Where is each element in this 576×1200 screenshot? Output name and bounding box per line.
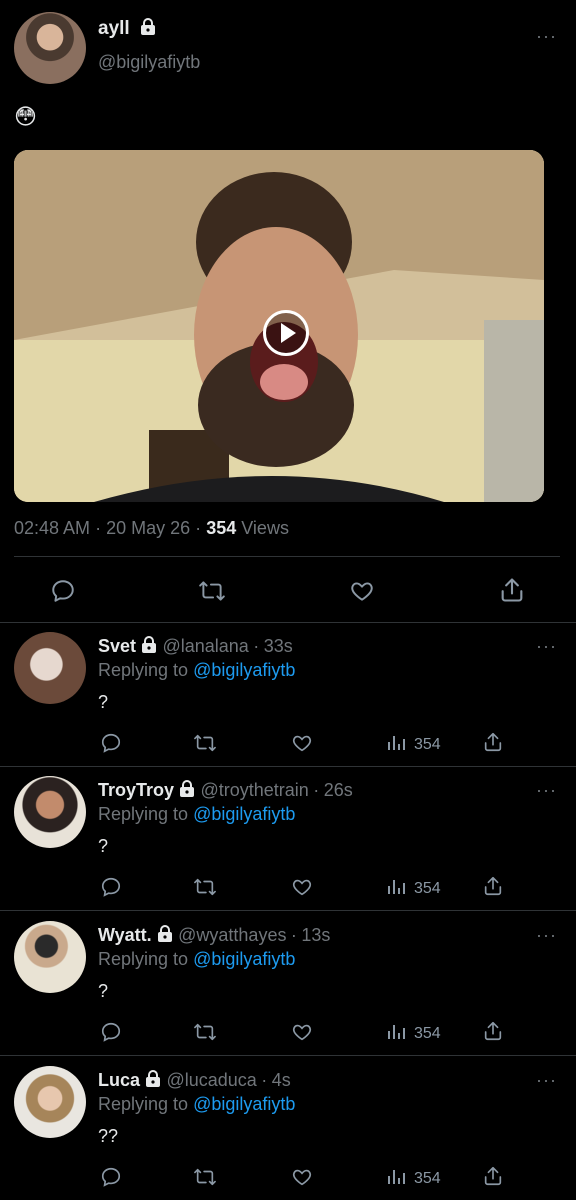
author-display-name: ayll xyxy=(98,18,130,39)
reply-icon[interactable] xyxy=(100,1166,122,1188)
reply-icon[interactable] xyxy=(50,578,76,604)
replying-to-link[interactable]: @bigilyafiytb xyxy=(193,1094,295,1114)
reply-text: ? xyxy=(98,981,109,1001)
retweet-icon[interactable] xyxy=(193,732,217,754)
views-count: 354 xyxy=(414,1169,441,1187)
views-count: 354 xyxy=(414,1024,441,1042)
play-icon[interactable] xyxy=(263,310,309,356)
reply-time: 26s xyxy=(323,780,353,800)
reply-avatar[interactable] xyxy=(14,632,86,704)
reply-display-name[interactable]: TroyTroy xyxy=(98,780,174,800)
reply-header: Luca @lucaduca · 4s xyxy=(98,1070,291,1093)
more-options-icon[interactable]: ··· xyxy=(536,925,557,946)
retweet-icon[interactable] xyxy=(193,1021,217,1043)
reply-handle[interactable]: @troythetrain xyxy=(200,780,308,800)
views-stat[interactable]: 354 xyxy=(386,1166,441,1191)
thread-divider xyxy=(0,622,576,623)
retweet-icon[interactable] xyxy=(193,1166,217,1188)
author-avatar[interactable] xyxy=(14,12,86,84)
reply-header: TroyTroy @troythetrain · 26s xyxy=(98,780,353,803)
analytics-icon xyxy=(386,1166,408,1191)
views-count: 354 xyxy=(414,879,441,897)
tweet-date: 20 May 26 xyxy=(106,518,191,538)
analytics-icon xyxy=(386,876,408,901)
replying-to-link[interactable]: @bigilyafiytb xyxy=(193,804,295,824)
lock-icon xyxy=(156,925,174,948)
views-count: 354 xyxy=(206,518,237,538)
reply-handle[interactable]: @wyatthayes xyxy=(178,925,286,945)
more-options-icon[interactable]: ··· xyxy=(536,636,557,657)
reply-icon[interactable] xyxy=(100,1021,122,1043)
replying-to-link[interactable]: @bigilyafiytb xyxy=(193,660,295,680)
retweet-icon[interactable] xyxy=(198,578,226,604)
replying-to: Replying to @bigilyafiytb xyxy=(98,660,296,680)
replying-to: Replying to @bigilyafiytb xyxy=(98,804,296,824)
reply-header: Wyatt. @wyatthayes · 13s xyxy=(98,925,330,948)
tweet-time: 02:48 AM xyxy=(14,518,91,538)
reply-icon[interactable] xyxy=(100,876,122,898)
more-options-icon[interactable]: ··· xyxy=(536,1070,557,1091)
share-icon[interactable] xyxy=(482,1019,504,1043)
lock-icon xyxy=(178,780,196,803)
reply-text: ?? xyxy=(98,1126,119,1146)
share-icon[interactable] xyxy=(482,730,504,754)
reply-handle[interactable]: @lucaduca xyxy=(166,1070,256,1090)
retweet-icon[interactable] xyxy=(193,876,217,898)
analytics-icon xyxy=(386,732,408,757)
lock-icon xyxy=(139,18,157,42)
replying-to: Replying to @bigilyafiytb xyxy=(98,1094,296,1114)
share-icon[interactable] xyxy=(482,1164,504,1188)
meta-divider xyxy=(14,556,560,557)
like-icon[interactable] xyxy=(290,1021,314,1043)
reply-header: Svet @lanalana · 33s xyxy=(98,636,293,659)
reply-time: 4s xyxy=(271,1070,291,1090)
more-options-icon[interactable]: ··· xyxy=(536,26,557,47)
views-label: Views xyxy=(241,518,289,538)
reply-divider xyxy=(0,1055,576,1056)
reply-text: ? xyxy=(98,836,109,856)
tweet-text: 😳 xyxy=(14,104,37,129)
reply-avatar[interactable] xyxy=(14,776,86,848)
like-icon[interactable] xyxy=(348,578,376,604)
lock-icon xyxy=(144,1070,162,1093)
reply-avatar[interactable] xyxy=(14,921,86,993)
reply-time: 13s xyxy=(301,925,331,945)
reply-divider xyxy=(0,910,576,911)
replying-to-link[interactable]: @bigilyafiytb xyxy=(193,949,295,969)
views-stat[interactable]: 354 xyxy=(386,876,441,901)
reply-divider xyxy=(0,766,576,767)
like-icon[interactable] xyxy=(290,732,314,754)
views-count: 354 xyxy=(414,735,441,753)
reply-avatar[interactable] xyxy=(14,1066,86,1138)
reply-handle[interactable]: @lanalana xyxy=(162,636,248,656)
views-stat[interactable]: 354 xyxy=(386,732,441,757)
tweet-video[interactable] xyxy=(14,150,544,502)
views-stat[interactable]: 354 xyxy=(386,1021,441,1046)
reply-display-name[interactable]: Svet xyxy=(98,636,136,656)
reply-time: 33s xyxy=(263,636,293,656)
like-icon[interactable] xyxy=(290,1166,314,1188)
analytics-icon xyxy=(386,1021,408,1046)
reply-display-name[interactable]: Luca xyxy=(98,1070,140,1090)
like-icon[interactable] xyxy=(290,876,314,898)
reply-display-name[interactable]: Wyatt. xyxy=(98,925,152,945)
author-name-row[interactable]: ayll xyxy=(98,18,157,42)
author-handle[interactable]: @bigilyafiytb xyxy=(98,52,200,73)
tweet-meta: 02:48 AM · 20 May 26 · 354 Views xyxy=(14,518,289,538)
reply-text: ? xyxy=(98,692,109,712)
lock-icon xyxy=(140,636,158,659)
share-icon[interactable] xyxy=(482,874,504,898)
reply-icon[interactable] xyxy=(100,732,122,754)
more-options-icon[interactable]: ··· xyxy=(536,780,557,801)
replying-to: Replying to @bigilyafiytb xyxy=(98,949,296,969)
share-icon[interactable] xyxy=(498,576,526,604)
